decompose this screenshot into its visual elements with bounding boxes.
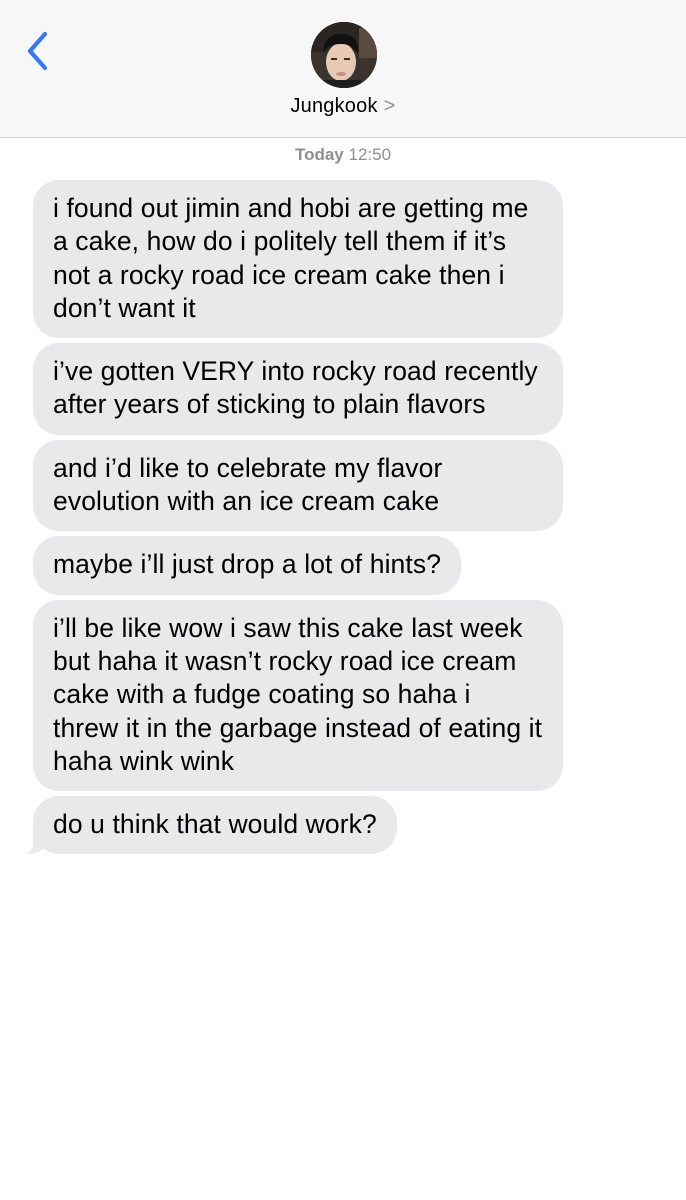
- message-text: and i’d like to celebrate my flavor evol…: [53, 452, 443, 517]
- chevron-right-icon: >: [383, 95, 396, 117]
- message-bubble[interactable]: i found out jimin and hobi are getting m…: [33, 180, 563, 339]
- conversation-header: Jungkook >: [0, 0, 686, 138]
- message-text: i found out jimin and hobi are getting m…: [53, 193, 529, 323]
- message-bubble[interactable]: do u think that would work?: [7, 796, 397, 855]
- message-text: i’ll be like wow i saw this cake last we…: [53, 612, 543, 776]
- message-bubble[interactable]: and i’d like to celebrate my flavor evol…: [33, 439, 563, 532]
- message-bubble[interactable]: maybe i’ll just drop a lot of hints?: [33, 536, 462, 595]
- message-thread: i found out jimin and hobi are getting m…: [7, 180, 573, 859]
- message-text: maybe i’ll just drop a lot of hints?: [53, 549, 442, 580]
- timestamp-time: 12:50: [348, 145, 392, 164]
- contact-name: Jungkook: [290, 95, 378, 117]
- message-bubble[interactable]: i’ll be like wow i saw this cake last we…: [33, 599, 563, 792]
- message-text: do u think that would work?: [53, 809, 377, 840]
- contact-avatar[interactable]: [311, 22, 377, 88]
- message-bubble[interactable]: i’ve gotten VERY into rocky road recentl…: [33, 343, 563, 435]
- avatar-photo: [311, 22, 377, 88]
- chevron-left-icon: [27, 31, 48, 71]
- message-text: i’ve gotten VERY into rocky road recentl…: [53, 356, 538, 420]
- message-timestamp: Today 12:50: [0, 145, 686, 165]
- back-button[interactable]: [20, 28, 60, 76]
- timestamp-day: Today: [294, 145, 344, 164]
- contact-name-button[interactable]: Jungkook >: [0, 95, 686, 118]
